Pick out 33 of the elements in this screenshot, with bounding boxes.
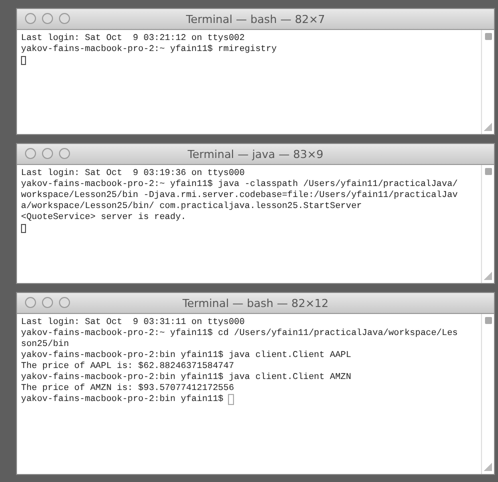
resize-grip-icon[interactable] [484,463,492,471]
scrollbar-icon[interactable] [484,33,492,40]
terminal-line: yakov-fains-macbook-pro-2:bin yfain11$ java client.Client AMZN [21,372,352,384]
terminal-line: The price of AAPL is: $62.88246371584747 [21,361,234,372]
terminal-line: workspace/Lesson25/bin -Djava.rmi.server.codebase=file:/Users/yfain11/practicalJav [21,190,458,202]
terminal-line: yakov-fains-macbook-pro-2:bin yfain11$ [21,394,224,406]
close-icon[interactable] [25,13,36,24]
terminal-line: yakov-fains-macbook-pro-2:bin yfain11$ java client.Client AAPL [21,350,352,362]
minimize-icon[interactable] [42,148,53,160]
terminal-line: yakov-fains-macbook-pro-2:~ yfain11$ cd /Users/yfain11/practicalJava/workspace/Les [21,328,458,340]
terminal-line: yakov-fains-macbook-pro-2:~ yfain11$ rmiregistry [21,44,277,55]
zoom-icon[interactable] [59,297,70,308]
window-title: Terminal — java — 83×9 [188,148,324,161]
terminal-line: <QuoteService> server is ready. [21,212,186,224]
resize-grip-icon[interactable] [484,272,492,280]
scrollbar-icon[interactable] [484,317,492,324]
minimize-icon[interactable] [42,13,53,24]
zoom-icon[interactable] [59,13,70,24]
terminal-line: Last login: Sat Oct 9 03:19:36 on ttys000 [21,168,245,180]
window-title: Terminal — bash — 82×12 [182,296,329,310]
resize-grip-icon[interactable] [484,123,492,132]
terminal-line: yakov-fains-macbook-pro-2:~ yfain11$ java -classpath /Users/yfain11/practicalJava/ [21,179,458,190]
terminal-line: The price of AMZN is: $93.57077412172556 [21,383,234,394]
minimize-icon[interactable] [42,297,53,308]
terminal-line: Last login: Sat Oct 9 03:31:11 on ttys000 [21,317,245,328]
close-icon[interactable] [25,297,36,308]
terminal-line: son25/bin [21,339,69,350]
close-icon[interactable] [25,148,36,160]
scrollbar-icon[interactable] [484,168,492,176]
zoom-icon[interactable] [59,148,70,160]
terminal-line: Last login: Sat Oct 9 03:21:12 on ttys002 [21,33,245,44]
terminal-line: a/workspace/Lesson25/bin/ com.practicaljava.lesson25.StartServer [21,201,362,212]
window-title: Terminal — bash — 82×7 [186,12,326,26]
